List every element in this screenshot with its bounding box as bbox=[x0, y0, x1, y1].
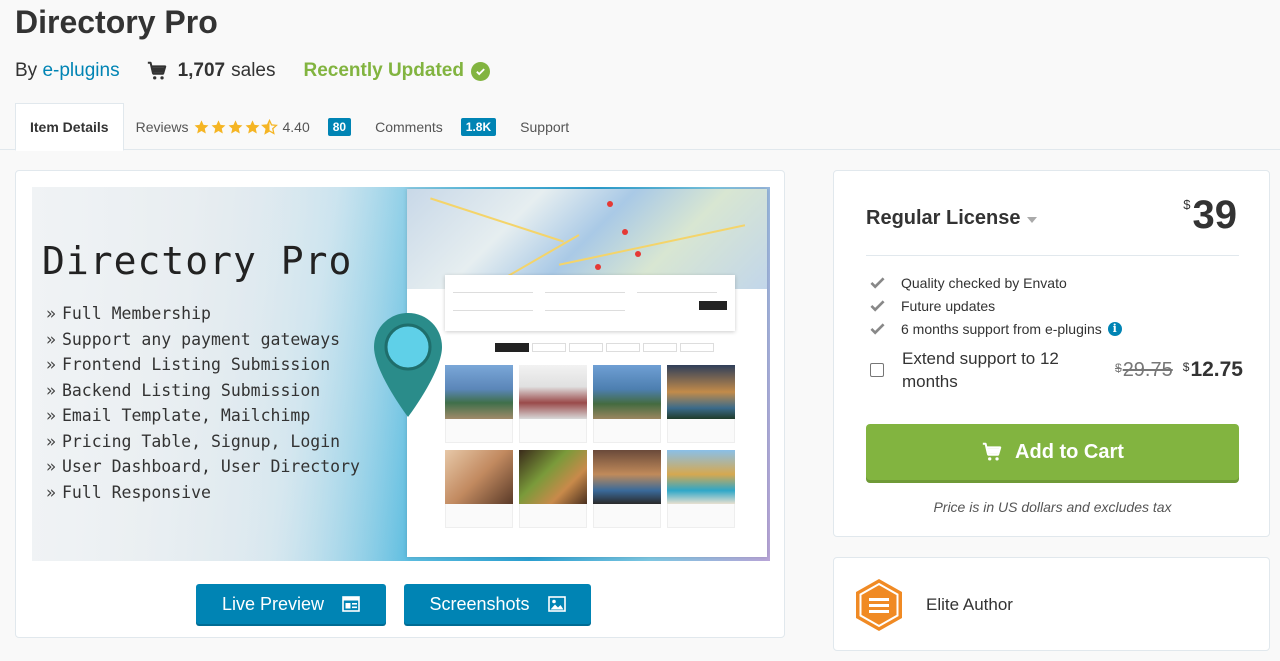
item-meta: By e-plugins 1,707 sales Recently Update… bbox=[15, 58, 490, 84]
divider bbox=[866, 255, 1239, 256]
image-icon bbox=[547, 596, 566, 612]
tab-reviews[interactable]: Reviews 4.40 80 bbox=[124, 103, 364, 151]
by-prefix: By bbox=[15, 60, 38, 81]
star-icon bbox=[211, 119, 225, 133]
cart-icon bbox=[982, 442, 1002, 461]
live-preview-label: Live Preview bbox=[221, 593, 325, 614]
feature-item: » Email Template, Mailchimp bbox=[46, 406, 311, 425]
tax-note: Price is in US dollars and excludes tax bbox=[933, 499, 1172, 515]
license-card: Regular License $ 39 Quality checked by … bbox=[833, 170, 1270, 537]
cart-icon bbox=[147, 61, 166, 80]
license-feature-item: Quality checked by Envato bbox=[870, 271, 1122, 294]
extend-support-label: Extend support to 12 months bbox=[902, 349, 1059, 391]
old-price: $29.75 bbox=[1115, 358, 1173, 381]
feature-item: » Pricing Table, Signup, Login bbox=[46, 431, 341, 451]
search-box-thumbnail bbox=[445, 275, 735, 331]
preview-window-icon bbox=[342, 596, 360, 612]
add-to-cart-label: Add to Cart bbox=[1015, 440, 1124, 463]
license-feature-item: Future updates bbox=[870, 294, 1122, 317]
license-feature-item: 6 months support from e-plugins i bbox=[870, 317, 1122, 340]
tab-support[interactable]: Support bbox=[508, 103, 581, 151]
comments-count-badge: 1.8K bbox=[460, 118, 497, 136]
page-title: Directory Pro bbox=[15, 4, 218, 40]
recently-updated: Recently Updated bbox=[303, 60, 490, 82]
preview-banner-image[interactable]: Directory Pro » Full Membership » Support … bbox=[32, 187, 770, 561]
category-tabs-thumbnail bbox=[495, 343, 714, 352]
license-selector[interactable]: Regular License bbox=[866, 207, 1037, 230]
listing-grid-thumbnail bbox=[445, 365, 735, 528]
tab-label: Comments bbox=[375, 119, 443, 135]
sales-count: 1,707 bbox=[177, 60, 226, 81]
feature-item: » Support any payment gateways bbox=[46, 329, 341, 349]
elite-author-badge-icon bbox=[856, 579, 902, 631]
author-link[interactable]: e-plugins bbox=[42, 60, 119, 82]
feature-item: » Frontend Listing Submission bbox=[46, 355, 331, 374]
map-thumbnail bbox=[407, 189, 767, 296]
reviews-count-badge: 80 bbox=[327, 118, 352, 136]
extend-support-option: Extend support to 12 months $29.75 $12.7… bbox=[870, 347, 1243, 393]
star-icon bbox=[228, 119, 242, 133]
license-features: Quality checked by Envato Future updates… bbox=[870, 271, 1122, 340]
screenshots-label: Screenshots bbox=[429, 593, 530, 614]
banner-title: Directory Pro bbox=[42, 239, 353, 283]
checkmark-icon bbox=[870, 277, 885, 289]
extend-support-checkbox[interactable] bbox=[870, 363, 884, 377]
tab-label: Item Details bbox=[30, 119, 109, 135]
checkmark-icon bbox=[870, 300, 885, 312]
rating-stars bbox=[193, 118, 278, 136]
item-header: Directory Pro By e-plugins 1,707 sales R… bbox=[0, 0, 1280, 151]
check-circle-icon bbox=[470, 61, 490, 81]
caret-down-icon bbox=[1026, 217, 1037, 223]
price-amount: 39 bbox=[1192, 193, 1238, 237]
rating-value: 4.40 bbox=[282, 119, 310, 135]
sales-label: sales bbox=[231, 60, 276, 81]
tab-label: Support bbox=[520, 119, 570, 135]
map-pin-icon bbox=[374, 313, 442, 417]
checkmark-icon bbox=[870, 323, 885, 335]
currency-symbol: $ bbox=[1183, 197, 1191, 212]
item-tabs: Item Details Reviews 4.40 80 Comments 1.… bbox=[15, 103, 581, 151]
elite-author-label: Elite Author bbox=[926, 595, 1013, 614]
feature-item: » Backend Listing Submission bbox=[46, 380, 321, 400]
star-icon bbox=[245, 119, 259, 133]
live-preview-button[interactable]: Live Preview bbox=[196, 584, 386, 624]
tab-comments[interactable]: Comments 1.8K bbox=[363, 103, 508, 151]
new-price: $12.75 bbox=[1182, 358, 1243, 381]
screenshots-button[interactable]: Screenshots bbox=[404, 584, 591, 624]
add-to-cart-button[interactable]: Add to Cart bbox=[866, 424, 1239, 480]
website-screenshot bbox=[407, 189, 767, 557]
feature-item: » Full Membership bbox=[46, 304, 211, 323]
license-price: $ 39 bbox=[1183, 193, 1237, 238]
feature-item: » Full Responsive bbox=[46, 482, 211, 502]
star-icon bbox=[194, 119, 208, 133]
author-badge-card: Elite Author bbox=[833, 557, 1270, 651]
updated-label: Recently Updated bbox=[303, 60, 464, 81]
feature-item: » User Dashboard, User Directory bbox=[46, 457, 360, 476]
half-star-icon bbox=[260, 118, 278, 135]
preview-card: Directory Pro » Full Membership » Support … bbox=[15, 170, 785, 638]
feature-list: » Full Membership » Support any payment ga… bbox=[46, 301, 360, 505]
license-title: Regular License bbox=[866, 207, 1021, 229]
tab-label: Reviews bbox=[135, 119, 189, 135]
info-icon[interactable]: i bbox=[1107, 321, 1122, 336]
tab-item-details[interactable]: Item Details bbox=[15, 103, 124, 151]
